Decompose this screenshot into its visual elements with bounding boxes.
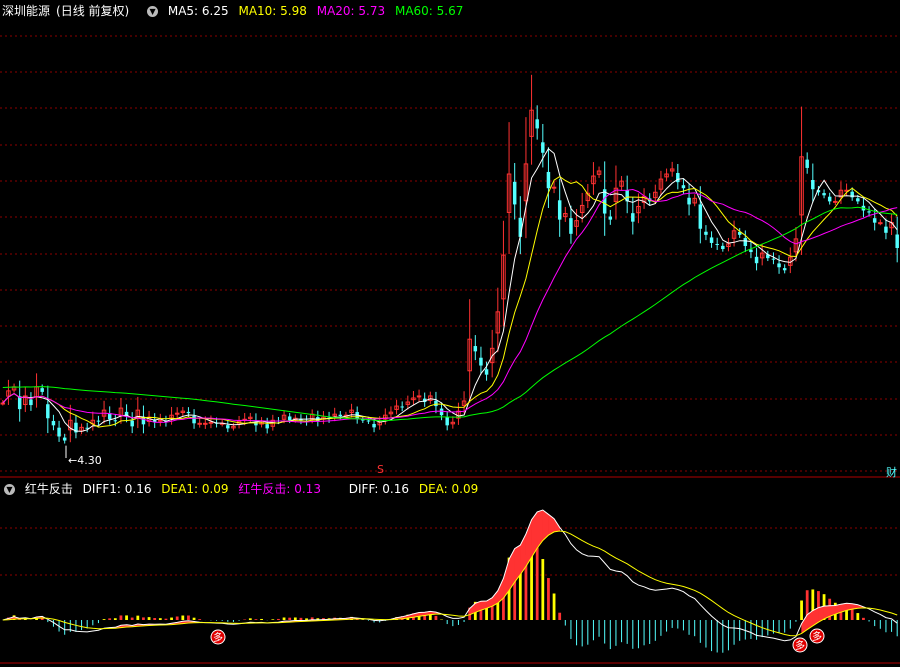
candle-body-down	[479, 357, 483, 366]
candle-body-down	[51, 420, 56, 426]
candle-body-down	[782, 268, 787, 271]
candle-body-down	[749, 249, 753, 253]
ma10-value: MA10: 5.98	[238, 4, 307, 18]
candle-body-down	[872, 218, 877, 223]
candle-body-down	[557, 200, 562, 220]
moving-average-lines	[2, 147, 898, 642]
candle-body-down	[687, 197, 691, 205]
candle-body-down	[805, 159, 809, 168]
candle-body-down	[698, 204, 703, 229]
candle-body-down	[484, 369, 489, 375]
candle-body-down	[62, 437, 67, 441]
candle-body-down	[546, 171, 551, 189]
candle-body-down	[777, 263, 781, 268]
ma10-line	[2, 176, 898, 428]
candle-body-up	[551, 186, 557, 189]
candle-body-down	[721, 245, 725, 250]
candle-body-down	[473, 346, 478, 352]
stock-name: 深圳能源	[2, 4, 51, 18]
ma60-value: MA60: 5.67	[394, 4, 464, 18]
candle-body-down	[46, 404, 50, 419]
candle-body-down	[535, 119, 539, 129]
chevron-down-icon[interactable]: ▼	[4, 484, 15, 495]
price-mode: (日线 前复权)	[56, 4, 130, 18]
candle-body-down	[676, 173, 680, 183]
candle-body-down	[400, 406, 404, 408]
candle-body-down	[884, 226, 888, 233]
candle-body-up	[878, 222, 883, 225]
candle-body-up	[197, 422, 202, 425]
candle-body-down	[754, 256, 759, 264]
indicator-name: 红牛反击	[24, 482, 73, 496]
candle-body-down	[57, 427, 61, 437]
event-marker[interactable]: S	[377, 463, 384, 476]
candle-body-down	[709, 237, 714, 243]
ma5-value: MA5: 6.25	[167, 4, 229, 18]
hn-value: 红牛反击: 0.13	[238, 482, 321, 496]
candle-body-down	[569, 218, 573, 234]
candle-body-down	[771, 258, 776, 260]
low-price-value: 4.30	[77, 454, 102, 467]
candle-body-down	[366, 420, 371, 422]
candle-body-down	[434, 400, 438, 407]
candle-body-down	[512, 181, 517, 205]
ma20-line	[2, 188, 898, 423]
candle-body-down	[29, 399, 33, 406]
candle-body-up	[833, 200, 838, 203]
candle-body-up	[158, 419, 163, 422]
price-panel-header: 深圳能源 (日线 前复权) ▼ MA5: 6.25 MA10: 5.98 MA20…	[2, 2, 469, 20]
dea-value: DEA: 0.09	[418, 482, 479, 496]
buy-signal-label: 多	[812, 630, 822, 643]
candle-body-down	[811, 180, 815, 190]
dea1-value: DEA1: 0.09	[161, 482, 229, 496]
candle-body-down	[338, 414, 343, 417]
candle-body-down	[445, 417, 449, 426]
candles	[0, 74, 899, 444]
ma60-line	[2, 206, 898, 422]
low-price-label: ←4.30	[68, 454, 102, 467]
candle-body-up	[416, 395, 422, 398]
candle-body-up	[0, 402, 6, 405]
diff1-value: DIFF1: 0.16	[82, 482, 152, 496]
candle-body-down	[40, 388, 44, 392]
chevron-down-icon[interactable]: ▼	[147, 6, 159, 17]
candle-body-down	[608, 216, 613, 220]
candle-body-down	[822, 193, 826, 196]
buy-signal-label: 多	[213, 631, 223, 644]
candle-body-down	[704, 231, 708, 235]
diff-value: DIFF: 0.16	[348, 482, 410, 496]
candle-body-down	[287, 416, 292, 421]
candle-body-down	[17, 396, 22, 410]
dea-line	[2, 530, 898, 637]
candle-body-up	[203, 422, 208, 425]
candle-body-down	[541, 142, 545, 153]
candle-body-down	[631, 213, 635, 222]
ma20-value: MA20: 5.73	[316, 4, 386, 18]
grid-lines	[0, 35, 900, 664]
candle-body-down	[265, 424, 269, 429]
candle-body-down	[439, 408, 444, 416]
candle-body-down	[715, 243, 719, 245]
candle-body-down	[895, 234, 899, 248]
right-edge-label: 财	[886, 466, 897, 479]
stock-title: 深圳能源 (日线 前复权)	[2, 4, 135, 18]
candle-body-down	[186, 411, 191, 414]
candle-body-down	[226, 425, 230, 429]
candle-body-down	[827, 196, 832, 202]
candle-body-down	[867, 211, 871, 213]
candle-body-down	[113, 420, 118, 422]
candle-body-down	[96, 420, 101, 422]
candle-body-down	[372, 423, 376, 428]
candle-body-down	[130, 420, 134, 427]
candlestick-chart: 多多多	[0, 35, 900, 664]
candle-body-down	[681, 185, 686, 189]
candle-body-up	[208, 421, 214, 424]
candle-body-down	[192, 416, 196, 424]
indicator-panel-header: ▼ 红牛反击 DIFF1: 0.16 DEA1: 0.09 红牛反击: 0.13…	[2, 480, 484, 498]
candle-body-down	[856, 198, 860, 202]
buy-signal-label: 多	[795, 639, 805, 652]
histogram-bars	[7, 509, 898, 653]
candle-body-down	[743, 238, 748, 246]
